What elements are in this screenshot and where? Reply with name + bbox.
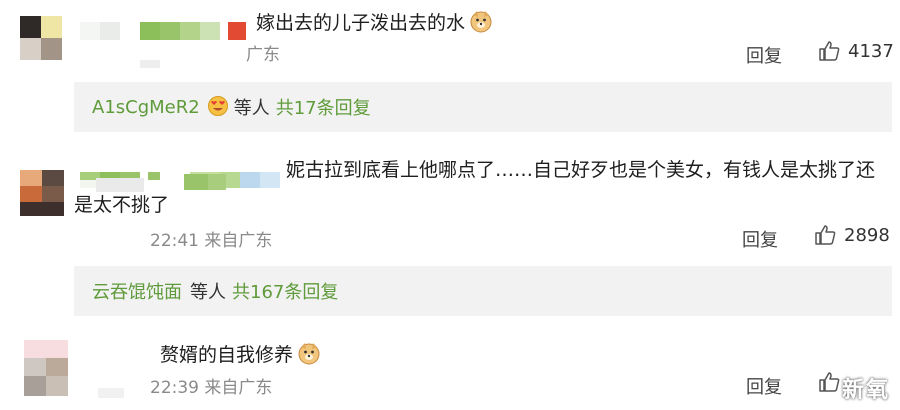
like-button[interactable]: 2898 bbox=[814, 224, 890, 246]
sub-reply-user[interactable]: 云吞馄饨面 bbox=[92, 278, 182, 304]
comment-location: 广东 bbox=[246, 45, 280, 65]
sub-reply-user[interactable]: A1sCgMeR2 bbox=[92, 97, 200, 118]
comment-location: 来自广东 bbox=[204, 231, 273, 251]
comment-location: 来自广东 bbox=[204, 378, 273, 398]
like-button[interactable]: 4137 bbox=[818, 40, 894, 62]
avatar[interactable] bbox=[24, 340, 68, 396]
thumbs-up-icon bbox=[815, 225, 836, 245]
like-button[interactable] bbox=[818, 371, 840, 393]
avatar-extra-pixel bbox=[140, 60, 160, 68]
comment-text: 嫁出去的儿子泼出去的水 bbox=[256, 8, 493, 38]
avatar[interactable] bbox=[20, 170, 64, 216]
like-count: 4137 bbox=[848, 40, 894, 62]
sub-reply-etc: 等人 bbox=[233, 98, 270, 119]
comment-text-continued: 是太不挑了 bbox=[74, 194, 170, 216]
reply-button[interactable]: 回复 bbox=[746, 42, 782, 68]
doge-icon bbox=[297, 341, 321, 370]
sub-reply-count[interactable]: 共167条回复 bbox=[232, 278, 338, 304]
thumbs-up-icon bbox=[819, 372, 840, 392]
avatar[interactable] bbox=[20, 16, 62, 60]
mosaic-fragment bbox=[98, 388, 124, 398]
watermark: 新氧 bbox=[841, 378, 890, 403]
doge-icon bbox=[469, 9, 493, 38]
mosaic-fragment bbox=[184, 174, 208, 190]
sub-reply-count[interactable]: 共17条回复 bbox=[276, 94, 371, 120]
love-eyes-icon bbox=[206, 94, 230, 120]
username-pixelated[interactable] bbox=[80, 22, 270, 40]
comment-time: 22:39 bbox=[150, 378, 199, 398]
comment-time: 22:41 bbox=[150, 231, 199, 251]
reply-button[interactable]: 回复 bbox=[742, 226, 778, 252]
reply-button[interactable]: 回复 bbox=[746, 373, 782, 399]
thumbs-up-icon bbox=[819, 41, 840, 61]
comment-text: 妮古拉到底看上他哪点了……自己好歹也是个美女，有钱人是太挑了还 bbox=[286, 159, 876, 181]
like-count: 2898 bbox=[844, 224, 890, 246]
mosaic-fragment bbox=[208, 174, 226, 190]
sub-replies-summary[interactable]: A1sCgMeR2 等人 共17条回复 bbox=[74, 82, 892, 132]
sub-reply-etc: 等人 bbox=[190, 282, 226, 303]
comment-timestamp: 22:39 来自广东 bbox=[150, 373, 272, 398]
comment-text: 赘婿的自我修养 bbox=[160, 340, 321, 370]
sub-replies-summary[interactable]: 云吞馄饨面 等人 共167条回复 bbox=[74, 266, 892, 316]
comment-timestamp: 22:41 来自广东 bbox=[150, 226, 272, 251]
